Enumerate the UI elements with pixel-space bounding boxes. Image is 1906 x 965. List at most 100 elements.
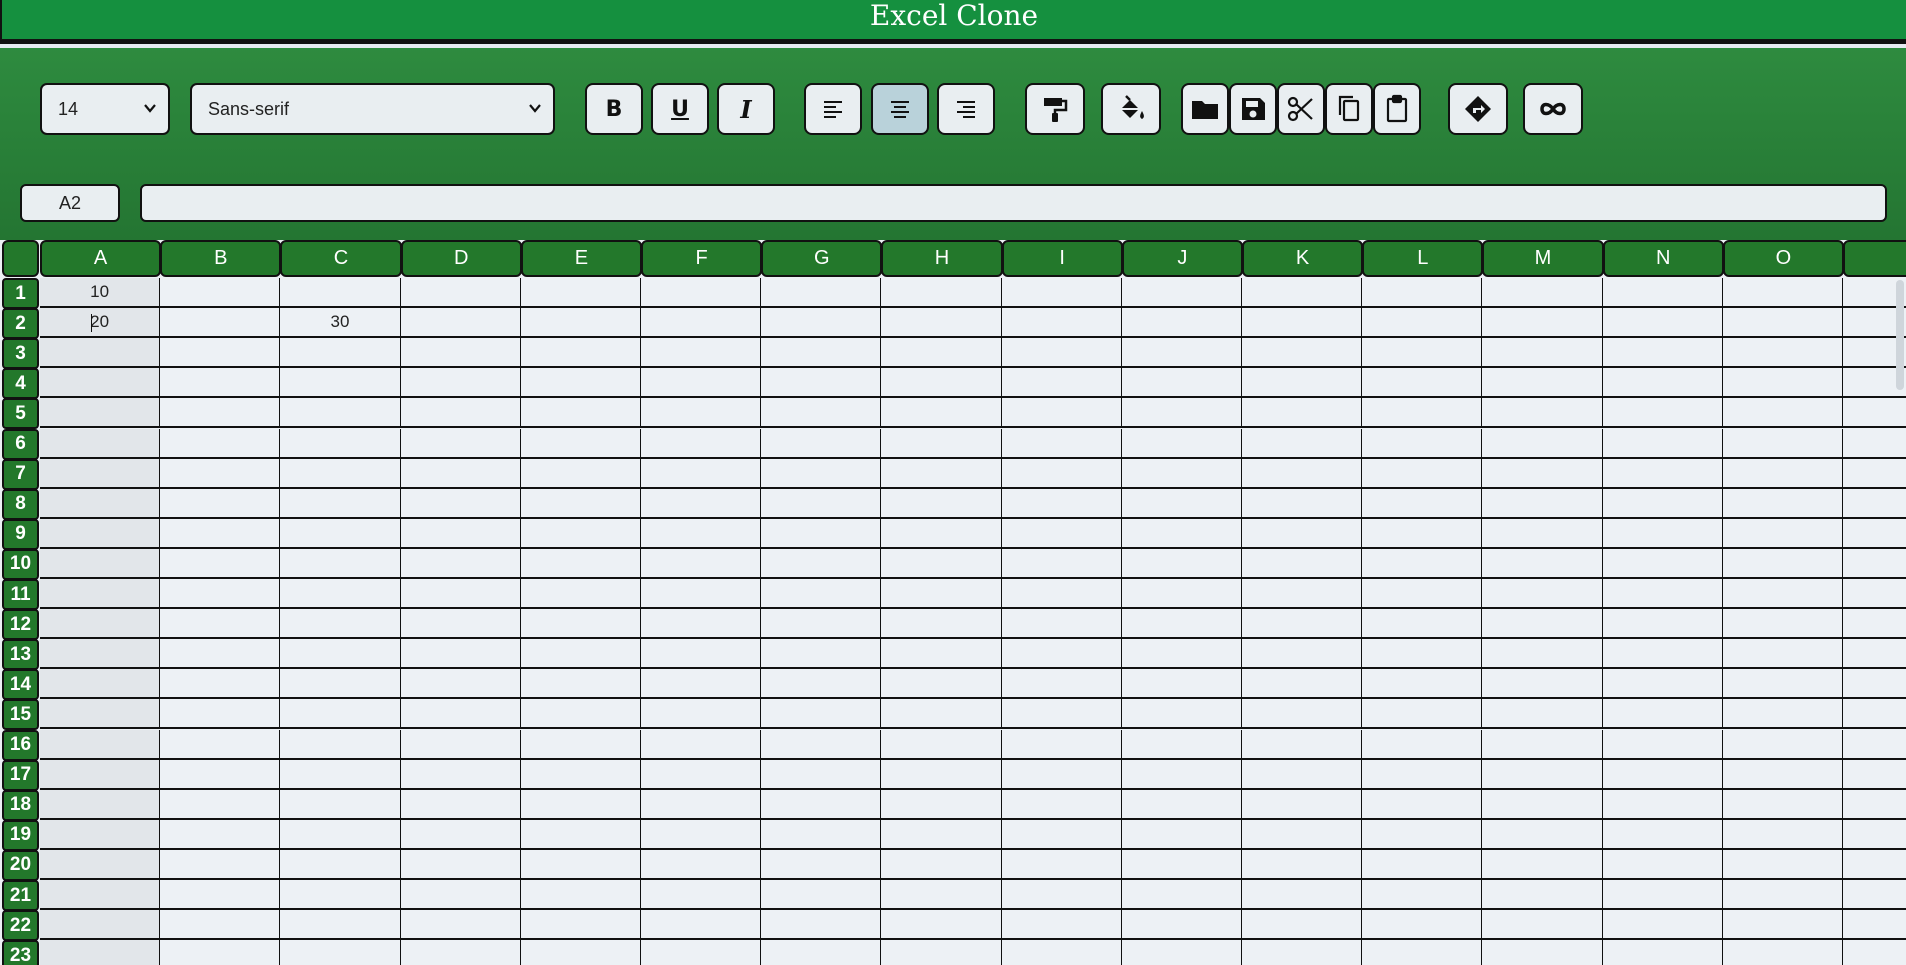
cell-n17[interactable] — [1602, 759, 1724, 790]
cell-e14[interactable] — [520, 669, 642, 700]
cell-f4[interactable] — [641, 368, 763, 399]
cell-a12[interactable] — [40, 609, 162, 640]
cell-g1[interactable] — [761, 278, 883, 309]
cell-j12[interactable] — [1121, 609, 1243, 640]
cell-b19[interactable] — [160, 819, 282, 850]
cell-b12[interactable] — [160, 609, 282, 640]
row-header-1[interactable]: 1 — [2, 278, 39, 310]
cell-j21[interactable] — [1121, 880, 1243, 911]
cell-b1[interactable] — [160, 278, 282, 309]
cell-f18[interactable] — [641, 789, 763, 820]
cell-p14[interactable] — [1843, 669, 1906, 700]
cell-k23[interactable] — [1242, 940, 1364, 965]
cell-f11[interactable] — [641, 579, 763, 610]
column-header-o[interactable]: O — [1722, 240, 1844, 277]
cell-m11[interactable] — [1482, 579, 1604, 610]
cell-e9[interactable] — [520, 518, 642, 549]
cell-a3[interactable] — [40, 338, 162, 369]
cell-f14[interactable] — [641, 669, 763, 700]
cell-k1[interactable] — [1242, 278, 1364, 309]
cell-a21[interactable] — [40, 880, 162, 911]
cell-j4[interactable] — [1121, 368, 1243, 399]
cell-g12[interactable] — [761, 609, 883, 640]
directions-button[interactable] — [1448, 83, 1508, 135]
row-header-17[interactable]: 17 — [2, 759, 39, 791]
cell-l23[interactable] — [1362, 940, 1484, 965]
cell-f15[interactable] — [641, 699, 763, 730]
cell-b3[interactable] — [160, 338, 282, 369]
cell-p13[interactable] — [1843, 639, 1906, 670]
cell-g20[interactable] — [761, 849, 883, 880]
cell-e7[interactable] — [520, 458, 642, 489]
cell-k3[interactable] — [1242, 338, 1364, 369]
fill-color-button[interactable] — [1101, 83, 1161, 135]
cell-h20[interactable] — [881, 849, 1003, 880]
cell-a8[interactable] — [40, 488, 162, 519]
cell-m10[interactable] — [1482, 548, 1604, 579]
cell-h18[interactable] — [881, 789, 1003, 820]
cell-i3[interactable] — [1001, 338, 1123, 369]
cell-g11[interactable] — [761, 579, 883, 610]
cell-g14[interactable] — [761, 669, 883, 700]
cell-b13[interactable] — [160, 639, 282, 670]
cell-l2[interactable] — [1362, 308, 1484, 339]
cell-p7[interactable] — [1843, 458, 1906, 489]
row-header-20[interactable]: 20 — [2, 849, 39, 881]
cell-m3[interactable] — [1482, 338, 1604, 369]
cell-e19[interactable] — [520, 819, 642, 850]
cell-l18[interactable] — [1362, 789, 1484, 820]
cell-p16[interactable] — [1843, 729, 1906, 760]
cell-h17[interactable] — [881, 759, 1003, 790]
cell-k14[interactable] — [1242, 669, 1364, 700]
cell-e23[interactable] — [520, 940, 642, 965]
formula-input[interactable] — [140, 184, 1887, 222]
cell-a16[interactable] — [40, 729, 162, 760]
column-header-f[interactable]: F — [641, 240, 763, 277]
cell-j2[interactable] — [1121, 308, 1243, 339]
cell-c21[interactable] — [280, 880, 402, 911]
cell-k22[interactable] — [1242, 910, 1364, 941]
paint-format-button[interactable] — [1025, 83, 1085, 135]
cell-a15[interactable] — [40, 699, 162, 730]
cell-l7[interactable] — [1362, 458, 1484, 489]
cell-b7[interactable] — [160, 458, 282, 489]
cell-p18[interactable] — [1843, 789, 1906, 820]
cell-o5[interactable] — [1722, 398, 1844, 429]
cell-p20[interactable] — [1843, 849, 1906, 880]
cell-a14[interactable] — [40, 669, 162, 700]
copy-button[interactable] — [1325, 83, 1373, 135]
cell-d3[interactable] — [400, 338, 522, 369]
cell-j15[interactable] — [1121, 699, 1243, 730]
cell-m17[interactable] — [1482, 759, 1604, 790]
font-family-select[interactable]: Sans-serif — [190, 83, 555, 135]
cell-k9[interactable] — [1242, 518, 1364, 549]
vertical-scrollbar[interactable] — [1896, 280, 1904, 390]
cell-n11[interactable] — [1602, 579, 1724, 610]
cell-i23[interactable] — [1001, 940, 1123, 965]
cell-l5[interactable] — [1362, 398, 1484, 429]
cell-m19[interactable] — [1482, 819, 1604, 850]
italic-button[interactable]: I — [717, 83, 775, 135]
cell-f23[interactable] — [641, 940, 763, 965]
cell-d15[interactable] — [400, 699, 522, 730]
font-size-select[interactable]: 14 — [40, 83, 170, 135]
cell-a23[interactable] — [40, 940, 162, 965]
column-header-a[interactable]: A — [40, 240, 162, 277]
cell-j8[interactable] — [1121, 488, 1243, 519]
cell-j1[interactable] — [1121, 278, 1243, 309]
cell-g6[interactable] — [761, 428, 883, 459]
cell-i1[interactable] — [1001, 278, 1123, 309]
open-button[interactable] — [1181, 83, 1229, 135]
cell-m18[interactable] — [1482, 789, 1604, 820]
row-header-21[interactable]: 21 — [2, 880, 39, 912]
cell-e6[interactable] — [520, 428, 642, 459]
cell-n6[interactable] — [1602, 428, 1724, 459]
cell-i20[interactable] — [1001, 849, 1123, 880]
cell-a13[interactable] — [40, 639, 162, 670]
cell-o11[interactable] — [1722, 579, 1844, 610]
cell-d23[interactable] — [400, 940, 522, 965]
cell-g18[interactable] — [761, 789, 883, 820]
cell-h13[interactable] — [881, 639, 1003, 670]
cell-l19[interactable] — [1362, 819, 1484, 850]
cell-f9[interactable] — [641, 518, 763, 549]
